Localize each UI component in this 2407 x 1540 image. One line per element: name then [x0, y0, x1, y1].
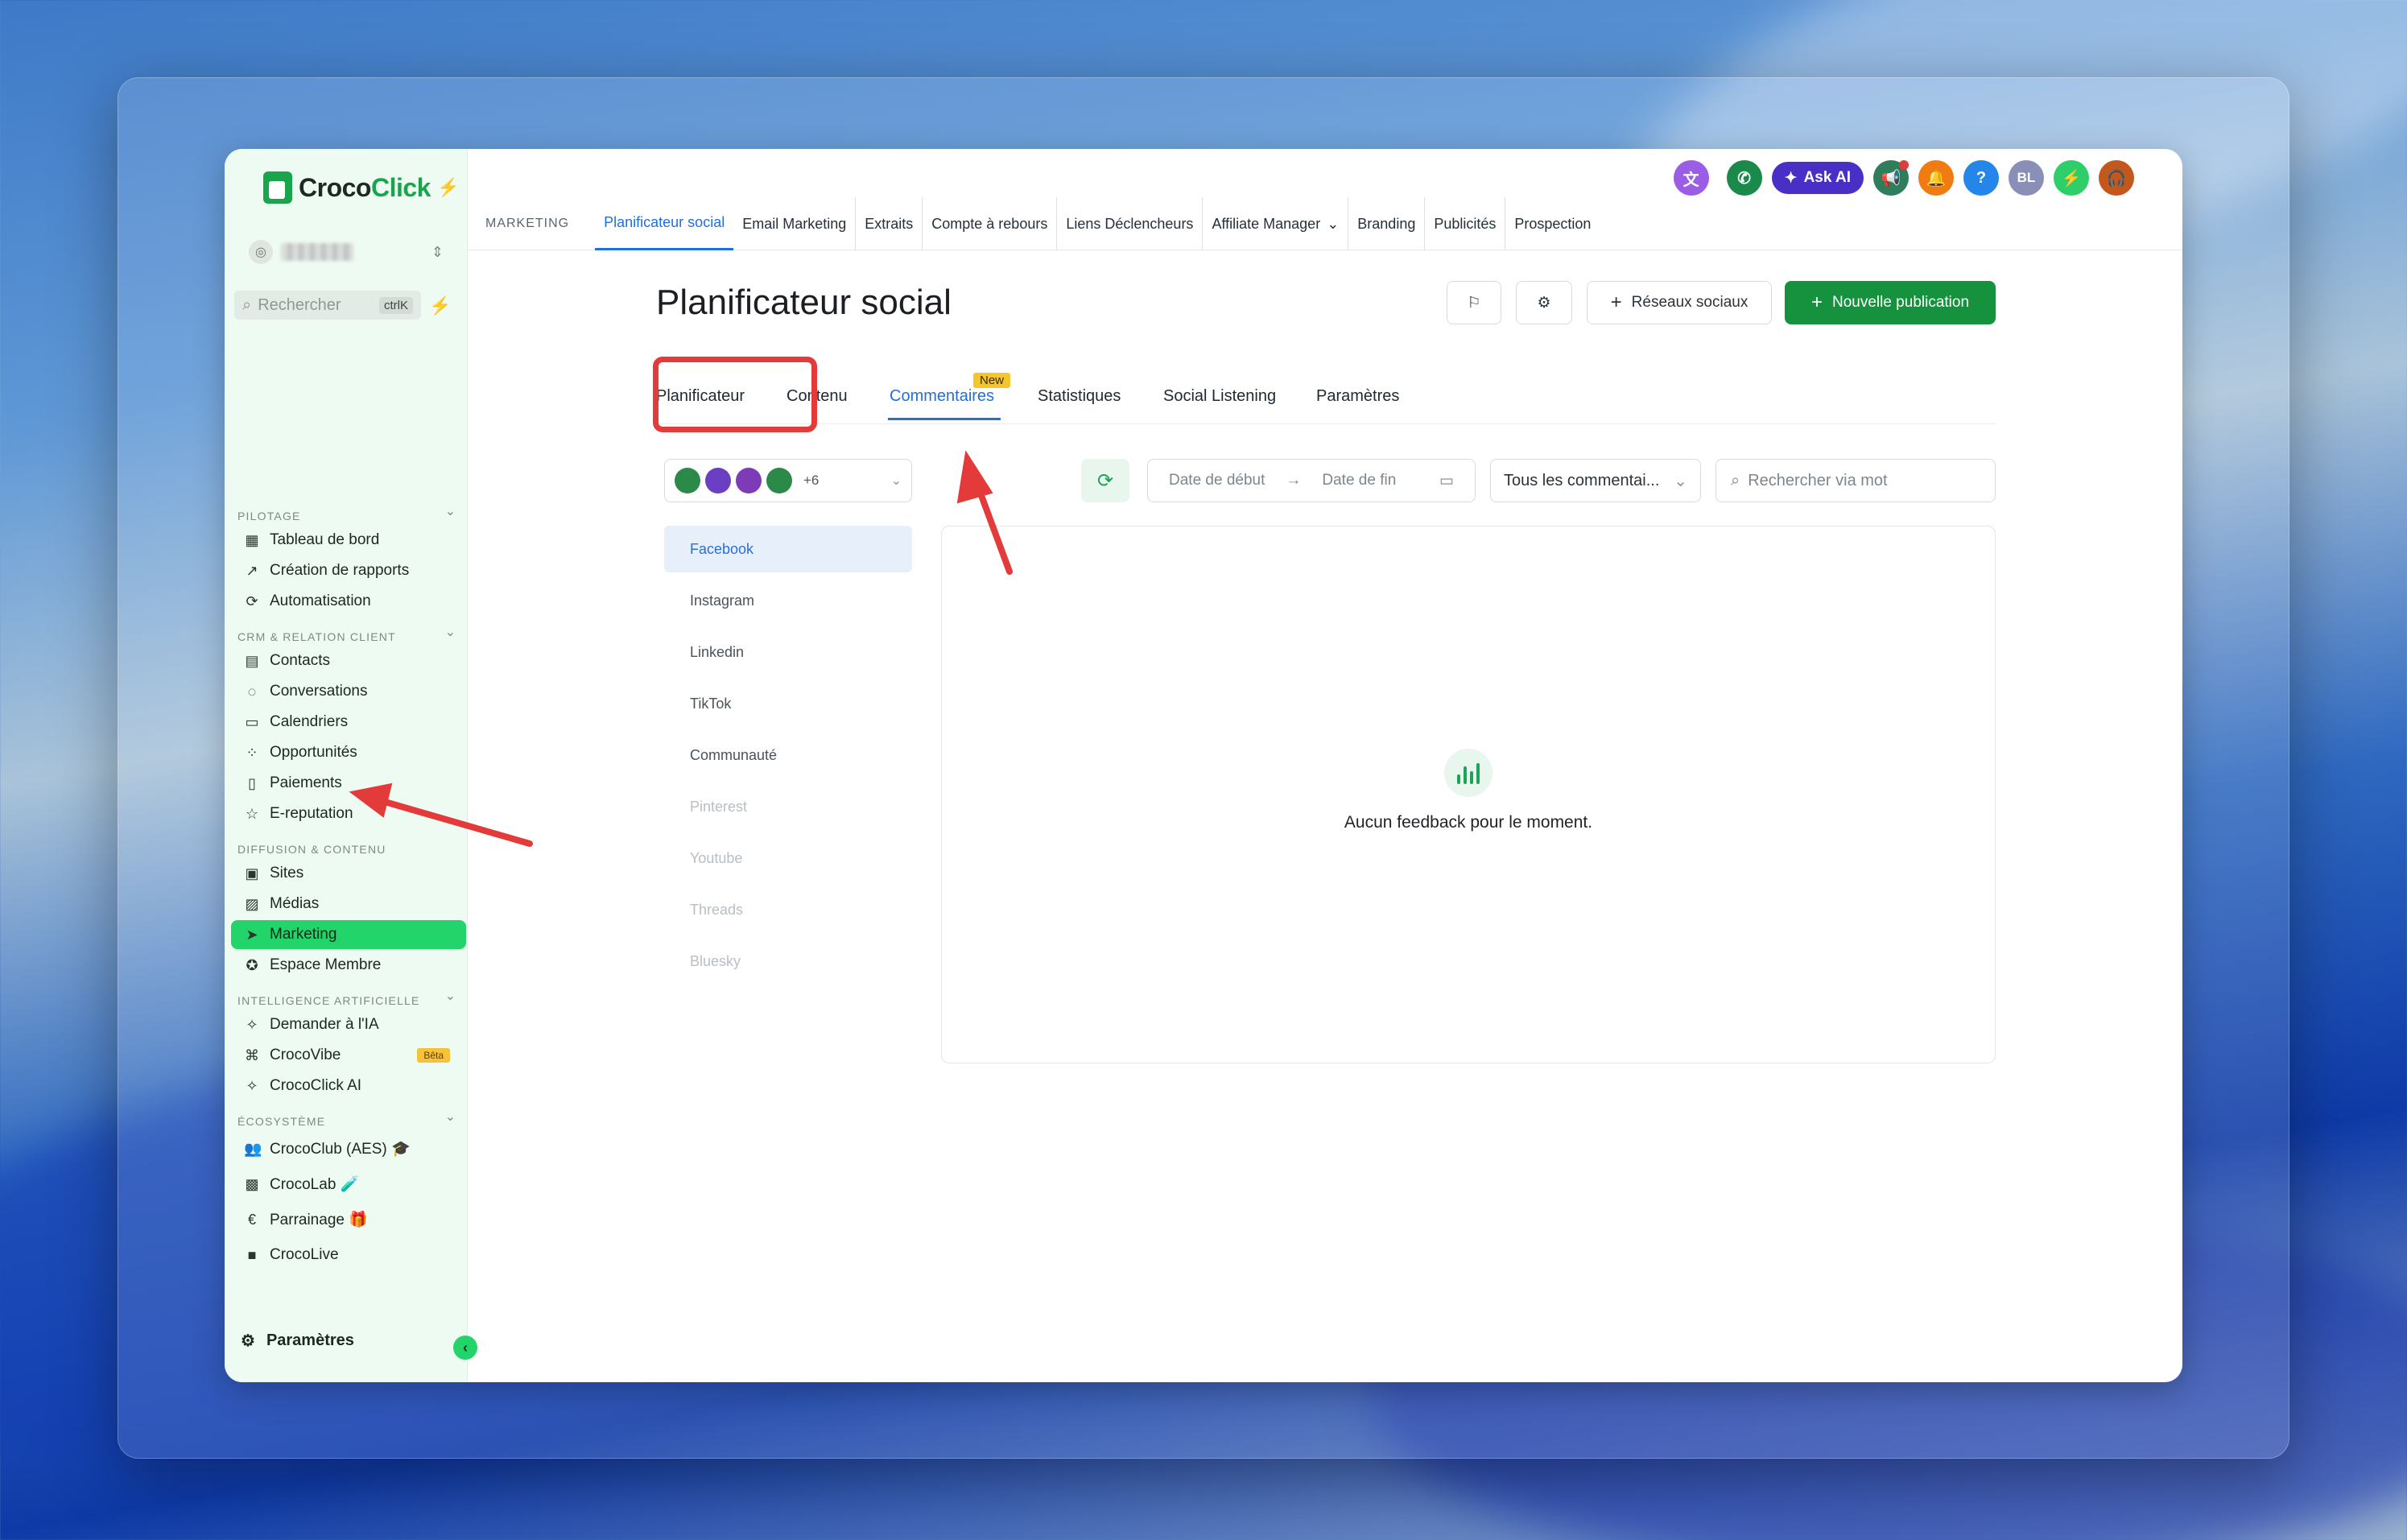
annotation-arrow [349, 782, 533, 847]
annotation-arrows [349, 450, 1013, 847]
annotation-arrow [956, 450, 1013, 575]
